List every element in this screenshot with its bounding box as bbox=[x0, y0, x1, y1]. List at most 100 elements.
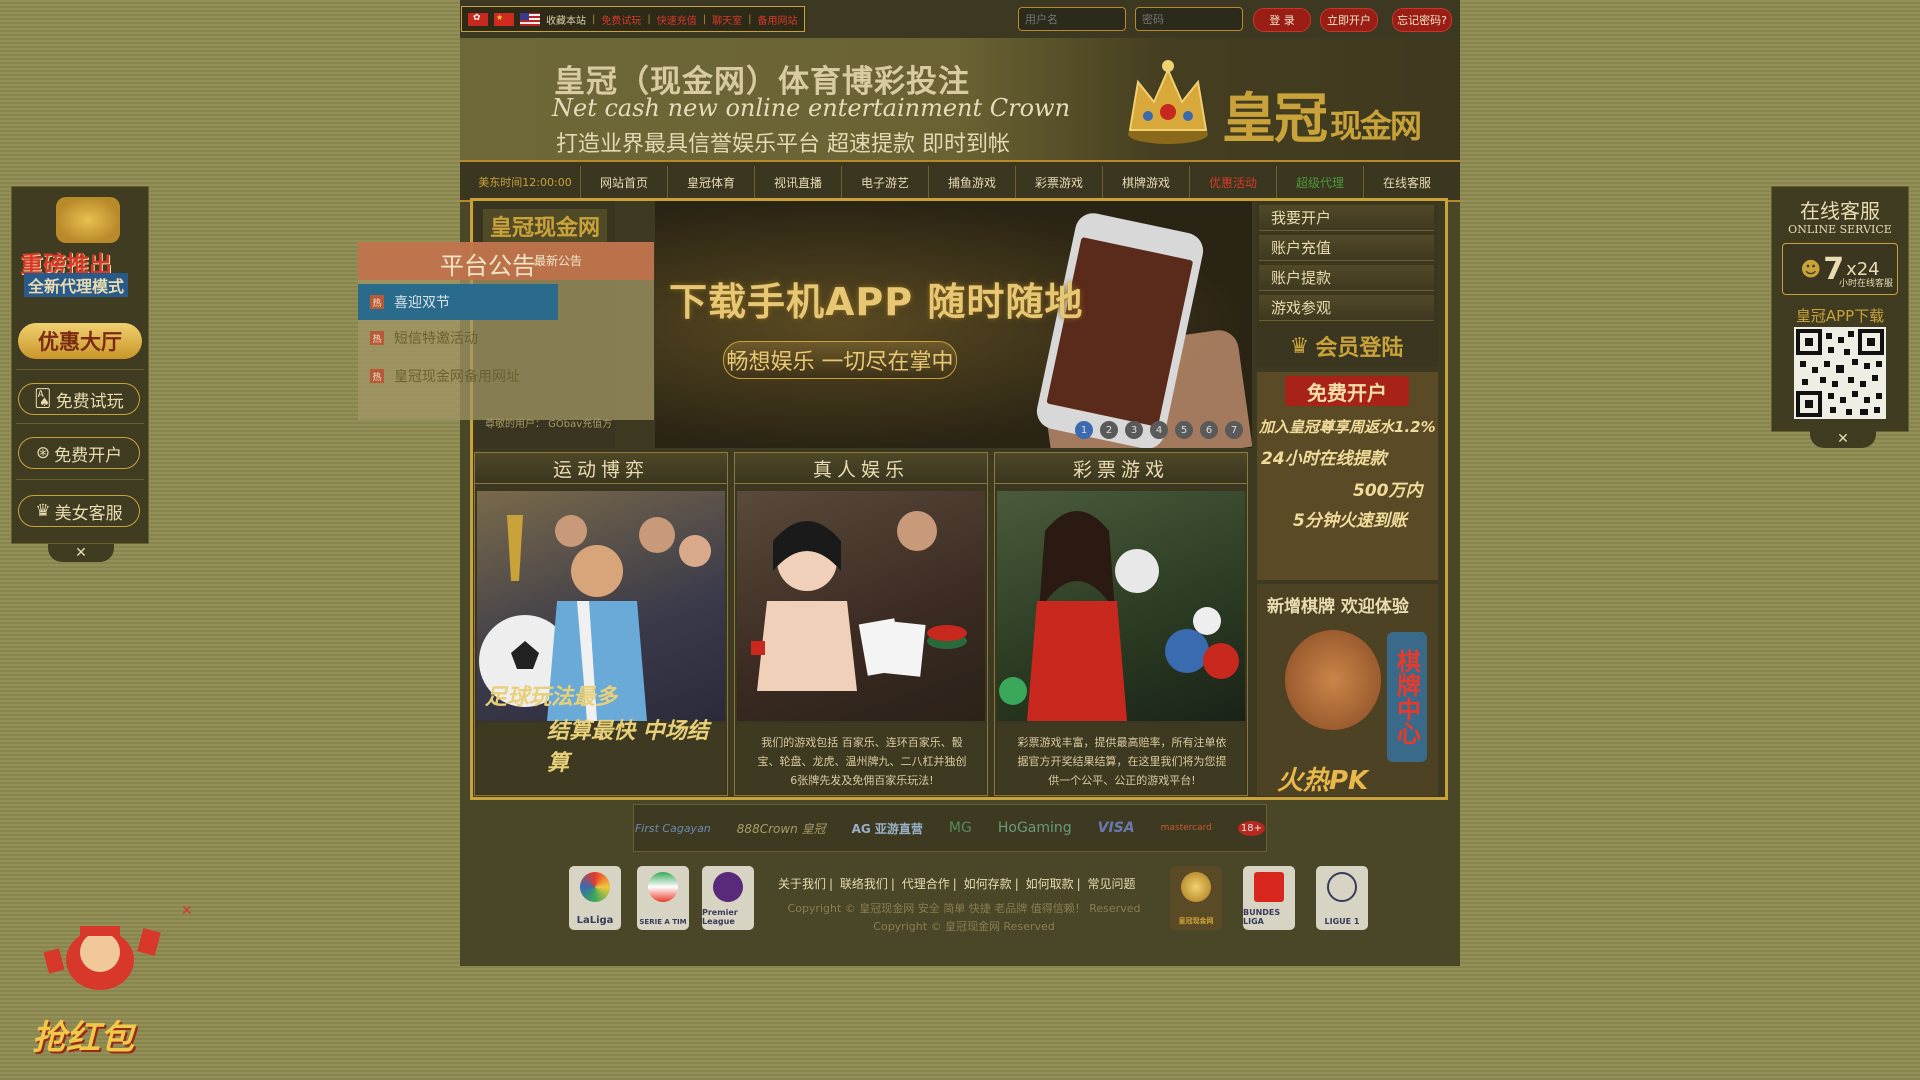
menu-register[interactable]: 我要开户 bbox=[1259, 205, 1434, 231]
footer-deposit-link[interactable]: 如何存款 bbox=[964, 877, 1012, 891]
bundesliga-logo: BUNDES LIGA bbox=[1243, 866, 1295, 930]
banner-dot[interactable]: 7 bbox=[1225, 421, 1243, 439]
separator: | bbox=[647, 13, 651, 25]
announcement-item[interactable]: 热 皇冠现金网备用网址 bbox=[358, 358, 558, 394]
copyright-line-2: Copyright © 皇冠现金网 Reserved bbox=[873, 920, 1055, 933]
announcement-popup: 平台公告 最新公告 热 喜迎双节 热 短信特邀活动 热 皇冠现金网备用网址 bbox=[358, 242, 654, 420]
nav-slots[interactable]: 电子游艺 bbox=[841, 166, 928, 198]
card-bottom: 足球玩法最多 结算最快 中场结算 bbox=[477, 685, 725, 793]
partner-logo: 18+ bbox=[1237, 820, 1266, 836]
username-input[interactable] bbox=[1018, 7, 1126, 31]
header-slogan: 打造业界最具信誉娱乐平台 超速提款 即时到帐 bbox=[556, 132, 1010, 157]
sports-card[interactable]: 运动博弈 足球玩法最多 结算最快 中场结算 bbox=[474, 452, 728, 796]
ligue1-logo: LIGUE 1 bbox=[1316, 866, 1368, 930]
nav-promotions[interactable]: 优惠活动 bbox=[1189, 166, 1276, 198]
banner-dot[interactable]: 1 bbox=[1075, 421, 1093, 439]
nav-sports[interactable]: 皇冠体育 bbox=[667, 166, 754, 198]
hk-flag-icon[interactable] bbox=[468, 12, 488, 26]
nav-online-service[interactable]: 在线客服 bbox=[1363, 166, 1450, 198]
footer-about-link[interactable]: 关于我们 bbox=[778, 877, 826, 891]
online-service-en: ONLINE SERVICE bbox=[1788, 223, 1892, 236]
red-envelope-label: 抢红包 bbox=[32, 1018, 134, 1058]
announcement-item[interactable]: 热 喜迎双节 bbox=[358, 284, 558, 320]
us-flag-icon[interactable] bbox=[520, 12, 540, 26]
gold-coins-icon bbox=[56, 197, 120, 243]
announcement-item[interactable]: 热 短信特邀活动 bbox=[358, 320, 558, 356]
banner-dot[interactable]: 2 bbox=[1100, 421, 1118, 439]
free-register-promo[interactable]: 免费开户 加入皇冠尊享周返水1.2% 24小时在线提款 500万内 5分钟火速到… bbox=[1257, 372, 1438, 580]
partner-logo: mastercard bbox=[1160, 823, 1212, 833]
brand-logo[interactable]: 皇冠 现金网 bbox=[1222, 74, 1422, 153]
forgot-password-button[interactable]: 忘记密码? bbox=[1392, 8, 1452, 32]
free-trial-button[interactable]: 🂡 免费试玩 bbox=[18, 383, 140, 415]
app-download-banner[interactable]: 下载手机APP 随时随地 畅想娱乐 一切尽在掌中 1 2 3 4 5 6 7 bbox=[655, 201, 1252, 448]
hot-icon: 热 bbox=[370, 369, 384, 383]
promo-line: 500万内 bbox=[1353, 481, 1423, 501]
footer-withdraw-link[interactable]: 如何取款 bbox=[1026, 877, 1074, 891]
agent-promo-banner[interactable]: 重磅推出 全新代理模式 bbox=[16, 193, 144, 297]
chess-center-promo[interactable]: 新增棋牌 欢迎体验 棋牌中心 火热PK bbox=[1257, 584, 1438, 796]
banner-dot[interactable]: 4 bbox=[1150, 421, 1168, 439]
customer-service-button[interactable]: ♛ 美女客服 bbox=[18, 495, 140, 527]
quick-deposit-link[interactable]: 快速充值 bbox=[657, 12, 697, 27]
nav-fishing[interactable]: 捕鱼游戏 bbox=[928, 166, 1015, 198]
free-register-button[interactable]: ⊛ 免费开户 bbox=[18, 437, 140, 469]
banner-dot[interactable]: 5 bbox=[1175, 421, 1193, 439]
footer-faq-link[interactable]: 常见问题 bbox=[1087, 877, 1135, 891]
premier-league-logo: Premier League bbox=[702, 866, 754, 930]
register-button[interactable]: 立即开户 bbox=[1320, 8, 1378, 32]
menu-withdraw[interactable]: 账户提款 bbox=[1259, 265, 1434, 291]
footer-agent-link[interactable]: 代理合作 bbox=[902, 877, 950, 891]
nav-super-agent[interactable]: 超级代理 bbox=[1276, 166, 1363, 198]
nav-chess[interactable]: 棋牌游戏 bbox=[1102, 166, 1189, 198]
red-envelope-close-button[interactable]: ✕ bbox=[181, 903, 193, 919]
card-description: 我们的游戏包括 百家乐、连环百家乐、骰宝、轮盘、龙虎、温州牌九、二八杠并独创6张… bbox=[757, 736, 967, 787]
header-subtitle: Net cash new online entertainment Crown bbox=[552, 94, 1071, 122]
league-label: Premier League bbox=[702, 908, 738, 926]
free-trial-link[interactable]: 免费试玩 bbox=[601, 12, 641, 27]
live-casino-card[interactable]: 真人娱乐 我们的游戏包括 百家乐、连环百家乐、骰宝、轮盘、龙虎、温州牌九、二八杠… bbox=[734, 452, 988, 796]
quick-links: 收藏本站 | 免费试玩 | 快速充值 | 聊天室 | 备用网站 bbox=[461, 6, 805, 32]
lottery-card[interactable]: 彩票游戏 彩票游戏丰富，提供最高赔率，所有注单依据官方开奖结果结算，在这里我们将… bbox=[994, 452, 1248, 796]
login-button[interactable]: 登 录 bbox=[1253, 8, 1311, 32]
main-nav: 美东时间12:00:00 网站首页 皇冠体育 视讯直播 电子游艺 捕鱼游戏 彩票… bbox=[460, 160, 1460, 202]
backup-site-link[interactable]: 备用网站 bbox=[758, 12, 798, 27]
cards-icon: 🂡 bbox=[34, 389, 52, 409]
password-input[interactable] bbox=[1135, 7, 1243, 31]
footer-contact-link[interactable]: 联络我们 bbox=[840, 877, 888, 891]
left-float-close-button[interactable]: ✕ bbox=[48, 544, 114, 562]
hot-icon: 热 bbox=[370, 295, 384, 309]
chess-head: 新增棋牌 欢迎体验 bbox=[1267, 597, 1409, 617]
mascot-image bbox=[1285, 630, 1381, 730]
chatroom-link[interactable]: 聊天室 bbox=[712, 12, 742, 27]
online-service-button[interactable]: ☻ 7 x24 小时在线客服 bbox=[1782, 243, 1898, 295]
member-login-button[interactable]: ♛ 会员登陆 bbox=[1259, 327, 1434, 365]
nav-lottery[interactable]: 彩票游戏 bbox=[1015, 166, 1102, 198]
brand-main: 皇冠 bbox=[1222, 86, 1328, 150]
cn-flag-icon[interactable] bbox=[494, 12, 514, 26]
main-container: 收藏本站 | 免费试玩 | 快速充值 | 聊天室 | 备用网站 登 录 立即开户… bbox=[460, 0, 1460, 966]
account-menu: 我要开户 账户充值 账户提款 游戏参观 ♛ 会员登陆 bbox=[1255, 201, 1438, 367]
crown-logo-icon bbox=[1128, 60, 1208, 144]
menu-game-tour[interactable]: 游戏参观 bbox=[1259, 295, 1434, 321]
crown-icon: ♛ bbox=[1289, 333, 1310, 359]
nav-live-casino[interactable]: 视讯直播 bbox=[754, 166, 841, 198]
lottery-image bbox=[997, 491, 1245, 721]
headset-icon: ☻ bbox=[1800, 257, 1822, 281]
promo-hall-button[interactable]: 优惠大厅 bbox=[18, 323, 142, 359]
separator: | bbox=[592, 13, 596, 25]
nav-home[interactable]: 网站首页 bbox=[580, 166, 667, 198]
league-label: SERIE A TIM bbox=[639, 918, 687, 926]
red-envelope-widget[interactable]: 抢红包 bbox=[10, 910, 190, 1060]
announcement-item-label: 短信特邀活动 bbox=[394, 331, 478, 347]
popup-title: 平台公告 bbox=[440, 252, 536, 280]
bookmark-link[interactable]: 收藏本站 bbox=[546, 12, 586, 27]
league-label: LaLiga bbox=[576, 915, 614, 926]
league-label: LIGUE 1 bbox=[1324, 917, 1360, 926]
popup-tag: 最新公告 bbox=[534, 254, 583, 268]
customer-service-label: 美女客服 bbox=[54, 503, 123, 524]
banner-dot[interactable]: 3 bbox=[1125, 421, 1143, 439]
menu-deposit[interactable]: 账户充值 bbox=[1259, 235, 1434, 261]
right-float-close-button[interactable]: ✕ bbox=[1810, 430, 1876, 448]
banner-dot[interactable]: 6 bbox=[1200, 421, 1218, 439]
